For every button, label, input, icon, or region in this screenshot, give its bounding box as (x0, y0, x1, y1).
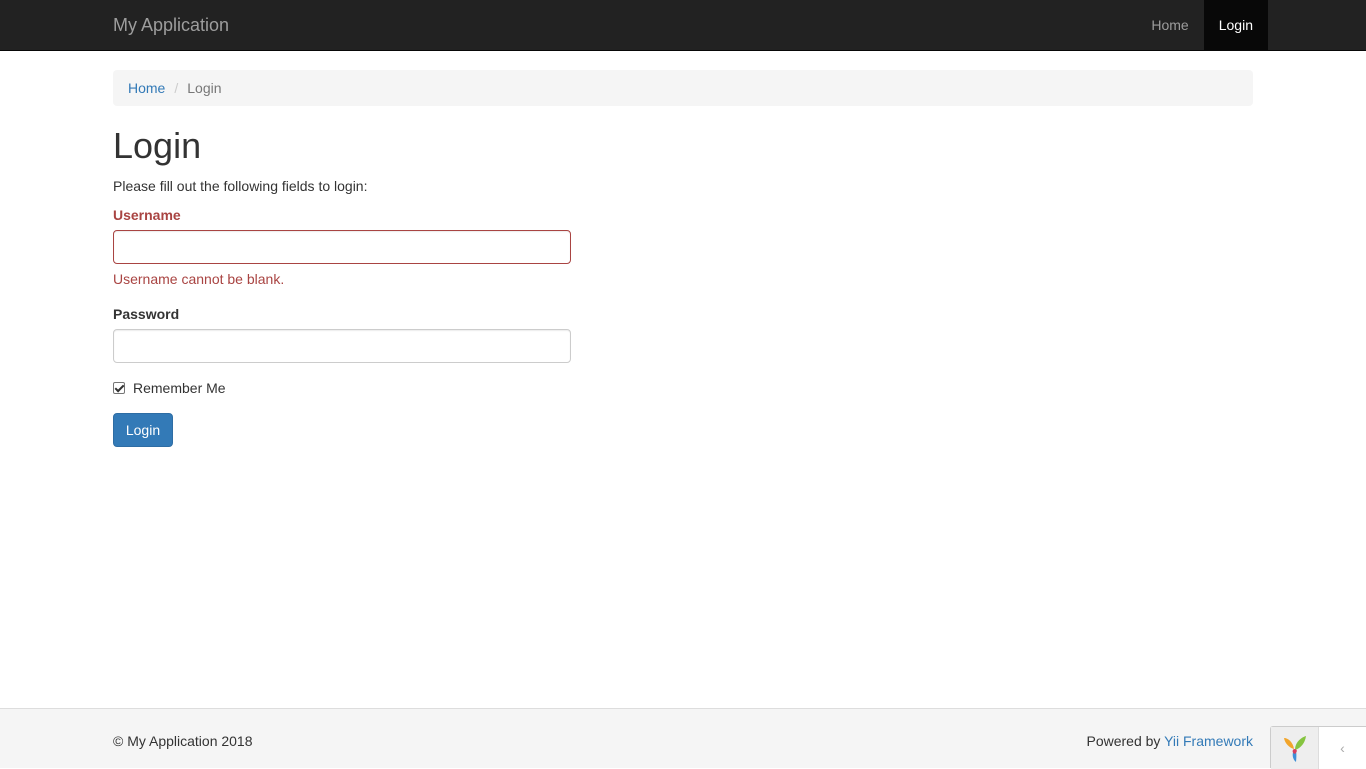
login-button[interactable]: Login (113, 413, 173, 447)
yii-framework-link[interactable]: Yii Framework (1164, 733, 1253, 749)
footer-powered-by: Powered by Yii Framework (1086, 731, 1253, 751)
username-error-message: Username cannot be blank. (113, 271, 285, 287)
breadcrumb-current: Login (187, 80, 222, 96)
top-navbar: My Application Home Login (0, 0, 1366, 51)
username-label: Username (113, 207, 181, 223)
password-input[interactable] (113, 329, 571, 363)
footer-copyright: © My Application 2018 (113, 733, 253, 749)
brand-link[interactable]: My Application (113, 14, 229, 36)
nav-item-home[interactable]: Home (1136, 0, 1203, 50)
nav-menu: Home Login (1136, 0, 1268, 50)
breadcrumb-home-link[interactable]: Home (128, 80, 165, 96)
remember-me-label[interactable]: Remember Me (133, 380, 226, 396)
password-label: Password (113, 306, 180, 322)
yii-logo-icon[interactable] (1271, 727, 1319, 769)
username-input[interactable] (113, 230, 571, 264)
debug-toolbar: ‹ (1270, 726, 1366, 769)
chevron-left-icon[interactable]: ‹ (1319, 727, 1366, 768)
footer: © My Application 2018 Powered by Yii Fra… (0, 708, 1366, 768)
remember-me-checkbox[interactable] (113, 382, 125, 394)
breadcrumb-separator: / (174, 80, 179, 96)
powered-by-text: Powered by (1086, 733, 1165, 749)
nav-item-login[interactable]: Login (1203, 0, 1268, 50)
intro-text: Please fill out the following fields to … (113, 178, 368, 194)
remember-me-row: Remember Me (113, 378, 226, 398)
page-title: Login (113, 125, 202, 166)
breadcrumb: Home / Login (113, 70, 1253, 106)
